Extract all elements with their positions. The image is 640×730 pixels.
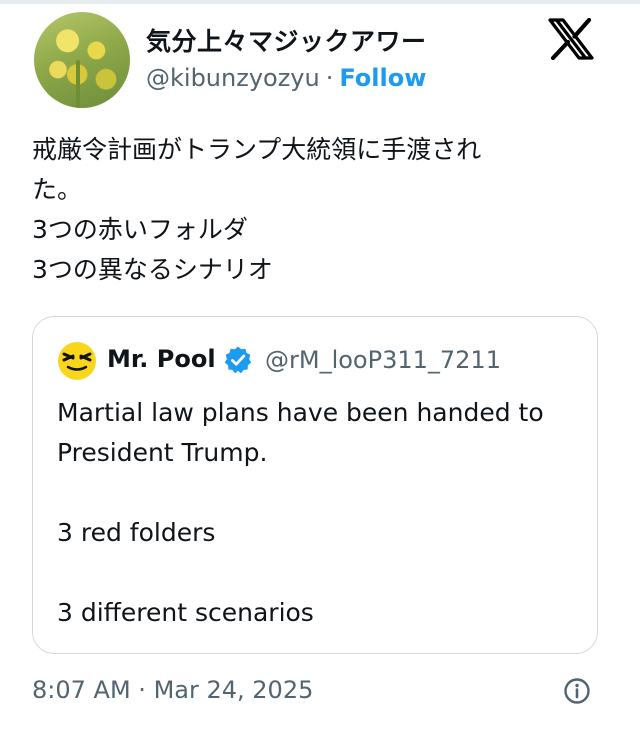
x-logo-icon[interactable] [548,18,594,60]
tweet-text: 戒厳令計画がトランプ大統領に手渡され た。 3つの赤いフォルダ 3つの異なるシナ… [32,130,592,290]
quoted-tweet-text: Martial law plans have been handed to Pr… [57,393,577,633]
quoted-author-handle[interactable]: @rM_looP311_7211 [265,346,501,374]
verified-badge-icon [224,346,252,374]
tweet-line: 戒厳令計画がトランプ大統領に手渡され [32,135,482,164]
quoted-author-name[interactable]: Mr. Pool [107,345,216,373]
quoted-line: 3 different scenarios [57,598,314,627]
quoted-line: President Trump. [57,438,268,467]
quoted-author-avatar[interactable] [57,341,97,381]
quoted-line [57,473,577,513]
tweet-time: 8:07 AM [32,676,131,704]
tweet-line: 3つの異なるシナリオ [32,255,273,284]
info-icon[interactable] [562,676,592,706]
author-display-name[interactable]: 気分上々マジックアワー [146,22,427,58]
quoted-line: Martial law plans have been handed to [57,398,544,427]
avatar-flower-stem [76,60,80,108]
quoted-line: 3 red folders [57,518,216,547]
author-avatar[interactable] [34,12,130,108]
tweet-line: 3つの赤いフォルダ [32,215,248,244]
tweet-timestamp[interactable]: 8:07 AM · Mar 24, 2025 [32,676,313,704]
author-handle[interactable]: @kibunzyozyu [146,64,320,92]
quoted-tweet[interactable]: Mr. Pool @rM_looP311_7211 Martial law pl… [32,316,598,654]
tweet-line: た。 [32,175,83,204]
author-handle-row: @kibunzyozyu · Follow [146,64,426,92]
timestamp-separator: · [138,676,146,704]
quoted-line [57,553,577,593]
top-divider [0,0,640,4]
follow-link[interactable]: Follow [339,64,426,92]
tweet-date: Mar 24, 2025 [153,676,314,704]
handle-separator: · [325,64,334,92]
tweet-embed-card: 気分上々マジックアワー @kibunzyozyu · Follow 戒厳令計画がトラ… [0,0,640,730]
